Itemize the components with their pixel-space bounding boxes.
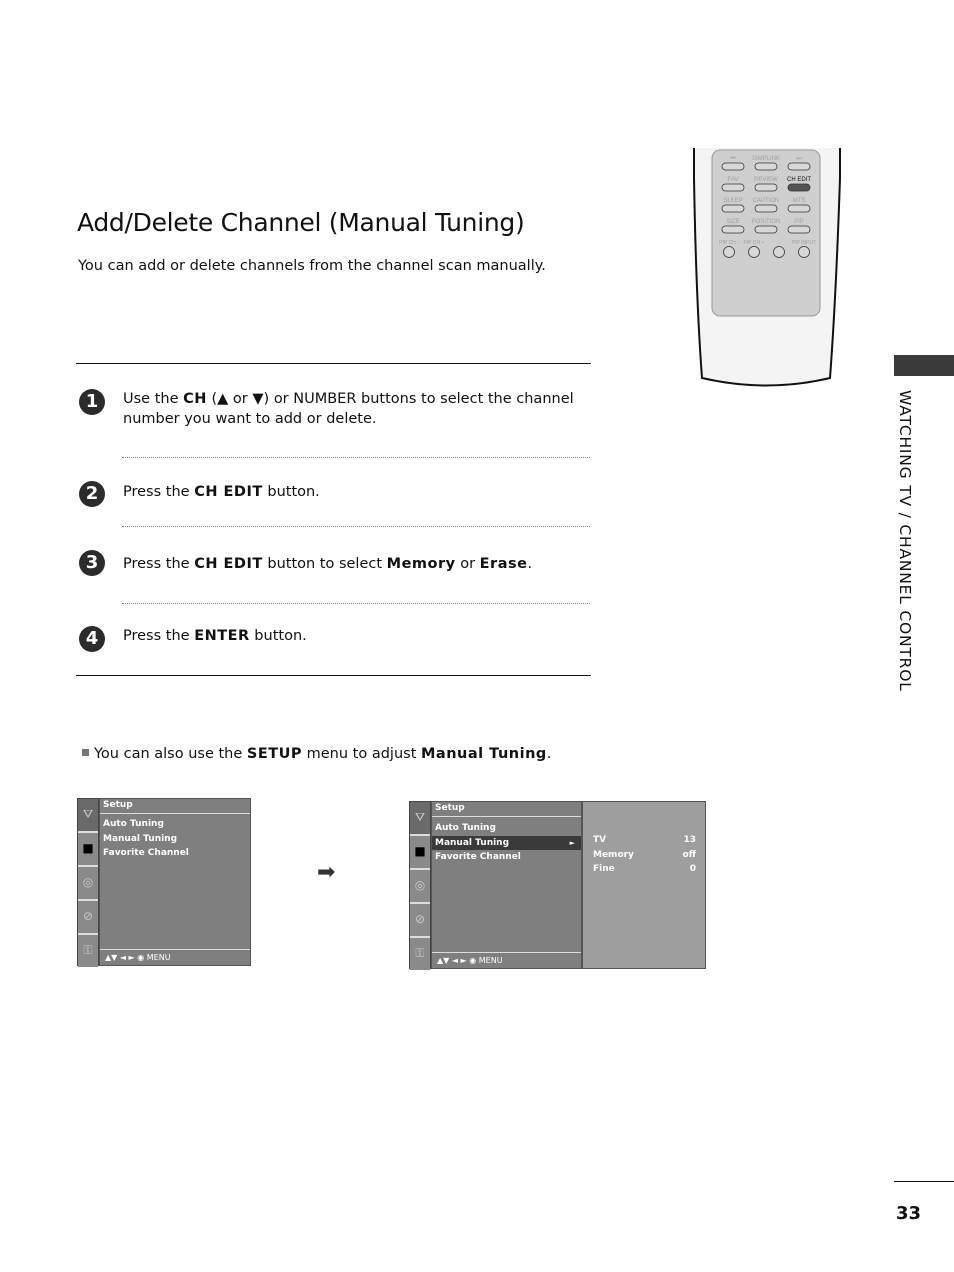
step-divider [122, 457, 590, 458]
remote-button-position[interactable] [754, 225, 778, 234]
section-top-rule [76, 363, 591, 364]
remote-button-simplink[interactable] [754, 162, 778, 171]
remote-button--[interactable] [721, 162, 745, 171]
osd-footer-hints: ▲▼ ◄ ► ◉ MENU [432, 952, 581, 968]
clock-icon: ⊘ [78, 901, 98, 935]
remote-label: SLEEP [723, 198, 742, 204]
antenna-icon: ⛛ [410, 802, 430, 836]
step-4-badge: 4 [79, 626, 105, 652]
remote-round-button[interactable] [798, 246, 810, 258]
remote-label: CH EDIT [787, 177, 811, 183]
osd-menu-panel: Setup Auto Tuning Manual Tuning ► Favorit… [431, 801, 582, 969]
osd-icon-bar: ⛛ ■ ◎ ⊘ ⚿ [77, 798, 99, 967]
osd-header: Setup [100, 799, 250, 814]
remote-button-review[interactable] [754, 183, 778, 192]
picture-icon: ■ [410, 836, 430, 870]
note-text: You can also use the SETUP menu to adjus… [82, 746, 551, 762]
section-bottom-rule [76, 675, 591, 676]
remote-button-ch-edit[interactable] [787, 183, 811, 192]
remote-label: ⏭ [796, 156, 802, 162]
remote-label: MTS [793, 198, 806, 204]
remote-round-button[interactable] [773, 246, 785, 258]
page-title: Add/Delete Channel (Manual Tuning) [77, 208, 525, 237]
step-2-badge: 2 [79, 481, 105, 507]
section-title-vertical: WATCHING TV / CHANNEL CONTROL [896, 390, 914, 692]
remote-button-sleep[interactable] [721, 204, 745, 213]
remote-control-illustration: ⏮ SIMPLINK ⏭ FAV REVIEW CH EDIT SLEEP CAPTION MT… [693, 148, 841, 387]
step-divider [122, 526, 590, 527]
osd-item-favorite-channel[interactable]: Favorite Channel [432, 850, 581, 865]
step-2-text: Press the CH EDIT button. [123, 484, 320, 500]
submenu-arrow-icon: ► [569, 838, 575, 847]
remote-label: POSITION [752, 219, 781, 225]
remote-label: PIP CH - [719, 240, 739, 246]
antenna-icon: ⛛ [78, 799, 98, 833]
osd-item-auto-tuning[interactable]: Auto Tuning [432, 821, 581, 836]
section-tab-marker [894, 355, 954, 376]
remote-label: ⏮ [730, 156, 736, 162]
up-arrow-icon: ▲ [217, 391, 229, 407]
remote-label: SIMPLINK [752, 156, 780, 162]
page-number: 33 [896, 1203, 922, 1224]
osd-footer-hints: ▲▼ ◄ ► ◉ MENU [100, 949, 250, 965]
speaker-icon: ◎ [410, 870, 430, 904]
osd-header: Setup [432, 802, 581, 817]
step-1-text: Use the CH (▲ or ▼) or NUMBER buttons to… [123, 391, 574, 427]
submenu-row-tv[interactable]: TV 13 [583, 833, 705, 848]
remote-round-button[interactable] [723, 246, 735, 258]
remote-round-button[interactable] [748, 246, 760, 258]
osd-item-manual-tuning[interactable]: Manual Tuning [100, 832, 250, 847]
remote-button-pip[interactable] [787, 225, 811, 234]
osd-submenu-panel: TV 13 Memory off Fine 0 [582, 801, 706, 969]
step-1-badge: 1 [79, 389, 105, 415]
osd-item-auto-tuning[interactable]: Auto Tuning [100, 817, 250, 832]
remote-button-caption[interactable] [754, 204, 778, 213]
lock-icon: ⚿ [78, 935, 98, 967]
osd-menu-panel: Setup Auto Tuning Manual Tuning Favorite… [99, 798, 251, 966]
submenu-row-fine[interactable]: Fine 0 [583, 862, 705, 877]
osd-item-manual-tuning-selected[interactable]: Manual Tuning ► [432, 835, 581, 850]
osd-setup-menu-before: ⛛ ■ ◎ ⊘ ⚿ Setup Auto Tuning Manual Tunin… [77, 798, 251, 967]
submenu-row-memory[interactable]: Memory off [583, 848, 705, 863]
remote-button-mts[interactable] [787, 204, 811, 213]
picture-icon: ■ [78, 833, 98, 867]
lock-icon: ⚿ [410, 938, 430, 970]
bullet-square-icon [82, 749, 89, 756]
clock-icon: ⊘ [410, 904, 430, 938]
remote-label: FAV [728, 177, 739, 183]
remote-button-fav[interactable] [721, 183, 745, 192]
down-arrow-icon: ▼ [252, 391, 264, 407]
remote-label: PIP INPUT [792, 240, 816, 246]
footer-rule [894, 1181, 954, 1182]
page-subtitle: You can add or delete channels from the … [78, 258, 546, 274]
step-3-badge: 3 [79, 550, 105, 576]
remote-button--[interactable] [787, 162, 811, 171]
transition-arrow-icon: ➡ [317, 860, 336, 885]
osd-item-favorite-channel[interactable]: Favorite Channel [100, 846, 250, 861]
osd-setup-menu-after: ⛛ ■ ◎ ⊘ ⚿ Setup Auto Tuning Manual Tunin… [409, 801, 706, 970]
step-divider [122, 603, 590, 604]
remote-label: REVIEW [754, 177, 778, 183]
osd-icon-bar: ⛛ ■ ◎ ⊘ ⚿ [409, 801, 431, 970]
remote-label: PIP CH + [744, 240, 765, 246]
step-3-text: Press the CH EDIT button to select Memor… [123, 556, 533, 572]
speaker-icon: ◎ [78, 867, 98, 901]
step-4-text: Press the ENTER button. [123, 628, 307, 644]
remote-label: PIP [794, 219, 804, 225]
remote-button-size[interactable] [721, 225, 745, 234]
remote-label: SIZE [726, 219, 739, 225]
remote-label: CAPTION [753, 198, 780, 204]
